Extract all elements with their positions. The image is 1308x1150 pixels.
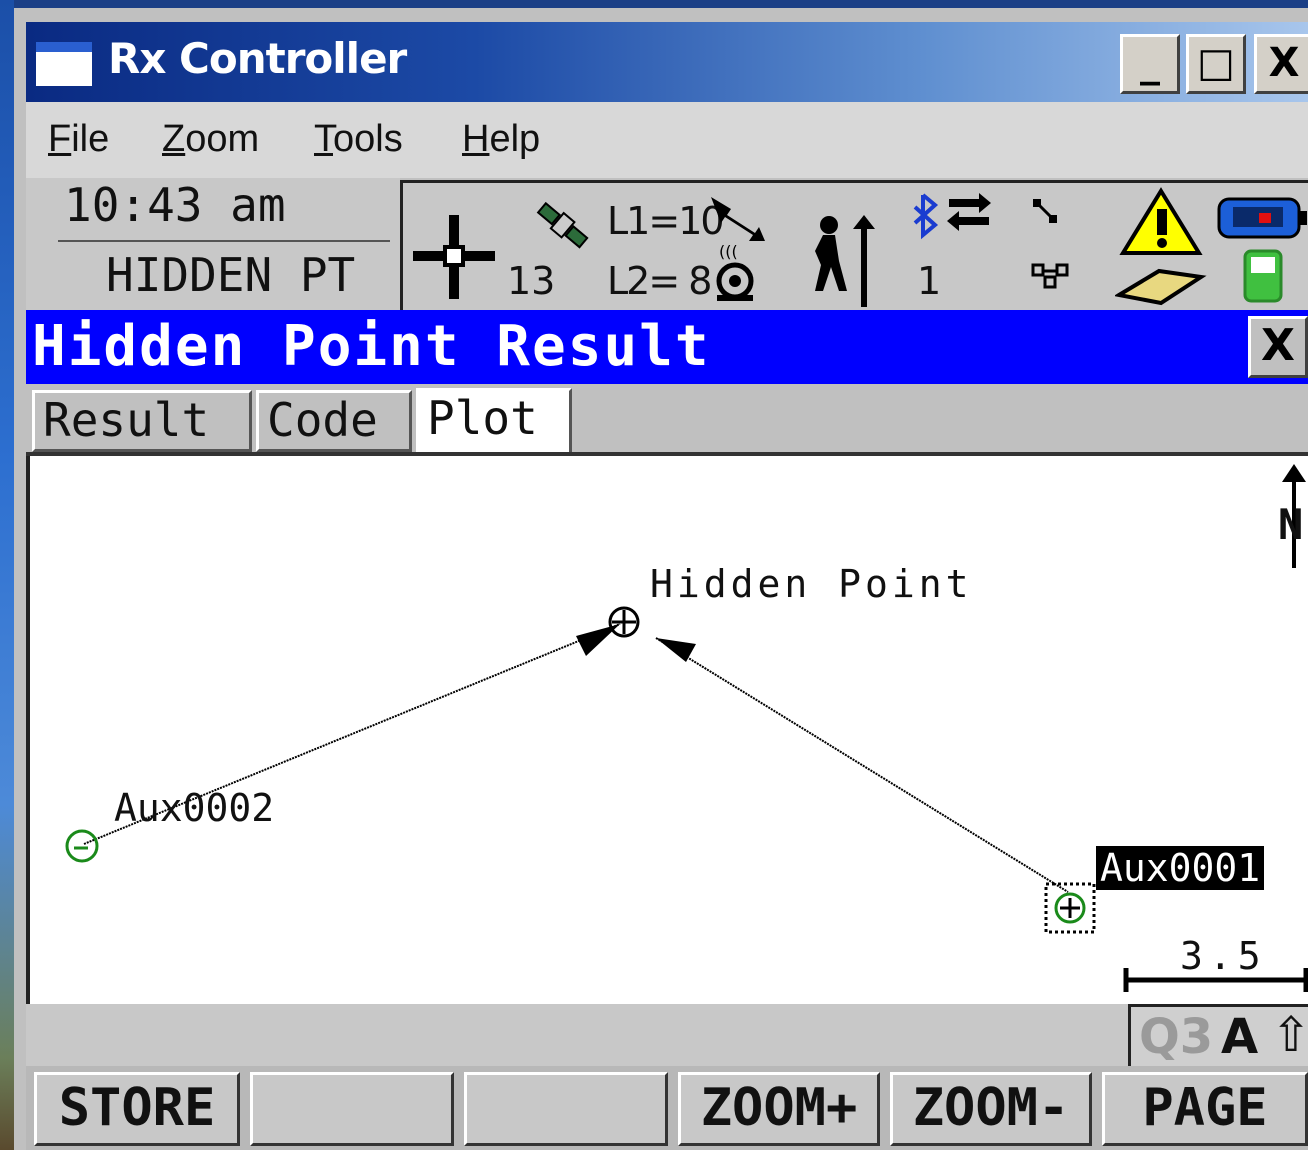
dialog-title: Hidden Point Result	[32, 314, 711, 379]
softkey-blank-2[interactable]	[464, 1072, 668, 1146]
aux0001-label[interactable]: Aux0001	[1096, 846, 1265, 890]
minimize-button[interactable]: _	[1120, 34, 1180, 94]
network-icon[interactable]	[1027, 195, 1087, 299]
l2-count: L2= 8	[607, 259, 712, 303]
survey-mode: HIDDEN PT	[106, 248, 356, 302]
position-crosshair-icon[interactable]	[411, 211, 499, 303]
tab-code[interactable]: Code	[256, 390, 412, 452]
softkey-blank-1[interactable]	[250, 1072, 454, 1146]
tab-plot[interactable]: Plot	[416, 388, 572, 456]
q3-indicator: Q3	[1139, 1009, 1214, 1065]
hidden-point-label: Hidden Point	[650, 562, 973, 606]
zoom-in-button[interactable]: ZOOM+	[678, 1072, 880, 1146]
page-button[interactable]: PAGE	[1102, 1072, 1308, 1146]
case-indicator: A	[1221, 1009, 1259, 1065]
rx-controller-window: Rx Controller _ □ X File Zoom Tools Help…	[14, 8, 1308, 1150]
menu-tools[interactable]: Tools	[314, 118, 403, 161]
aux0002-marker[interactable]	[65, 829, 99, 863]
tab-bar: Result Code Plot	[26, 384, 1308, 456]
battery-icon[interactable]	[1215, 191, 1308, 307]
aux0002-label: Aux0002	[114, 786, 275, 830]
dialog-close-button[interactable]: X	[1248, 316, 1308, 378]
svg-text:(((: (((	[719, 242, 738, 261]
maximize-button[interactable]: □	[1186, 34, 1246, 94]
status-time-panel: 10:43 am HIDDEN PT	[26, 178, 400, 310]
input-strip: Q3 A ⇧	[26, 1004, 1308, 1066]
satellite-count: 13	[507, 259, 556, 303]
softkey-bar: STORE ZOOM+ ZOOM- PAGE	[26, 1066, 1308, 1150]
desktop-top-edge	[0, 0, 1308, 8]
line-aux0001-to-hidden	[655, 637, 1069, 893]
window-title: Rx Controller	[108, 34, 407, 83]
warning-icon[interactable]	[1115, 187, 1207, 307]
menu-zoom[interactable]: Zoom	[162, 118, 259, 161]
tab-result[interactable]: Result	[32, 390, 252, 452]
divider	[58, 240, 390, 242]
plot-svg	[65, 464, 1308, 992]
app-window-icon	[36, 42, 92, 86]
menu-help[interactable]: Help	[462, 118, 540, 161]
close-button[interactable]: X	[1254, 34, 1308, 94]
plot-canvas[interactable]: N Hidden Point Aux0002 Aux0001 3.5	[26, 456, 1308, 1004]
satellite-icon[interactable]	[529, 193, 595, 259]
title-bar[interactable]: Rx Controller _ □ X	[26, 22, 1308, 102]
shift-icon: ⇧	[1271, 1007, 1308, 1063]
aux0001-marker[interactable]	[1044, 882, 1096, 934]
zoom-out-button[interactable]: ZOOM-	[890, 1072, 1092, 1146]
hidden-point-marker[interactable]	[608, 606, 640, 638]
scale-label: 3.5	[1180, 934, 1267, 978]
desktop-left-edge	[0, 0, 14, 1150]
radio-link-icon[interactable]: (((	[705, 189, 775, 307]
input-mode-indicator[interactable]: Q3 A ⇧	[1128, 1004, 1308, 1066]
bluetooth-icon[interactable]	[909, 191, 995, 247]
menu-bar: File Zoom Tools Help	[26, 102, 1308, 178]
radio-count: 1	[917, 259, 942, 303]
store-button[interactable]: STORE	[34, 1072, 240, 1146]
rover-pole-icon[interactable]	[803, 211, 879, 309]
dialog-header: Hidden Point Result X	[26, 310, 1308, 384]
north-label: N	[1278, 500, 1304, 549]
status-icon-panel: 13 L1=10 L2= 8 ((( 1	[400, 180, 1308, 310]
menu-file[interactable]: File	[48, 118, 109, 161]
clock-time: 10:43 am	[64, 178, 286, 232]
